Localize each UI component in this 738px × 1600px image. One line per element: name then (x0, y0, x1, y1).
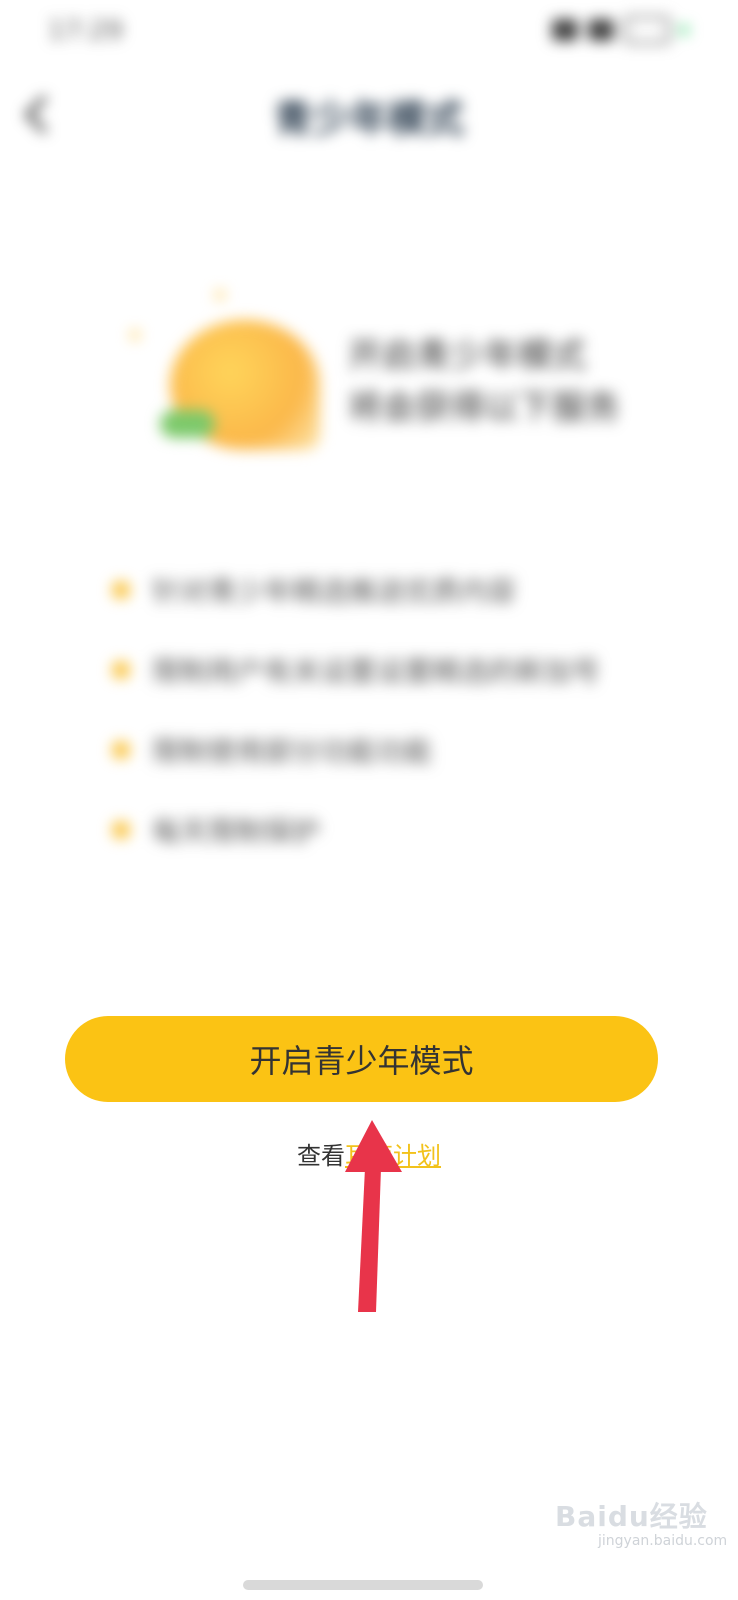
hero-section: 开启青少年模式 将会获得以下服务 (110, 290, 670, 480)
bullet-icon (112, 741, 130, 759)
enable-teen-mode-button[interactable]: 开启青少年模式 (65, 1016, 658, 1102)
watermark-logo: Baidu经验 (555, 1500, 708, 1533)
screen: 17:29 青少年模式 开启青少年模式 将会获得以下服务 针对青少年精选推送优质… (0, 0, 738, 1600)
page-title: 青少年模式 (273, 97, 464, 141)
footer-prefix: 查看 (297, 1142, 345, 1170)
feature-text: 限制使用部分功能功能 (152, 735, 433, 768)
watermark-url: jingyan.baidu.com (598, 1533, 728, 1549)
sparkle-icon (215, 290, 225, 300)
list-item: 限制使用部分功能功能 (112, 710, 672, 790)
feature-text: 针对青少年精选推送优质内容 (152, 575, 517, 608)
home-indicator[interactable] (243, 1580, 483, 1590)
battery-level-icon (680, 25, 688, 35)
status-time: 17:29 (48, 16, 123, 46)
umbrella-illustration (120, 290, 320, 460)
feature-text: 每天限制保护 (152, 815, 321, 848)
bullet-icon (112, 661, 130, 679)
status-icons (552, 16, 688, 44)
hero-line-1: 开启青少年模式 (348, 336, 586, 376)
nav-bar: 青少年模式 (0, 70, 738, 160)
list-item: 限制用户有关设置设置精选的新加号 (112, 630, 672, 710)
battery-icon (624, 16, 670, 44)
status-bar: 17:29 (0, 0, 738, 66)
hero-text: 开启青少年模式 将会获得以下服务 (348, 330, 620, 434)
leaf-icon (160, 410, 215, 438)
bullet-icon (112, 581, 130, 599)
feature-text: 限制用户有关设置设置精选的新加号 (152, 655, 601, 688)
footer-link-row: 查看耳萌计划 (0, 1136, 738, 1171)
sparkle-icon (130, 330, 140, 340)
hero-line-2: 将会获得以下服务 (348, 388, 620, 428)
list-item: 每天限制保护 (112, 790, 672, 870)
plan-link[interactable]: 耳萌计划 (345, 1142, 441, 1170)
feature-list: 针对青少年精选推送优质内容 限制用户有关设置设置精选的新加号 限制使用部分功能功… (112, 550, 672, 870)
wifi-icon (588, 19, 614, 41)
signal-icon (552, 19, 578, 41)
list-item: 针对青少年精选推送优质内容 (112, 550, 672, 630)
arrow-shaft (358, 1168, 381, 1312)
bullet-icon (112, 821, 130, 839)
